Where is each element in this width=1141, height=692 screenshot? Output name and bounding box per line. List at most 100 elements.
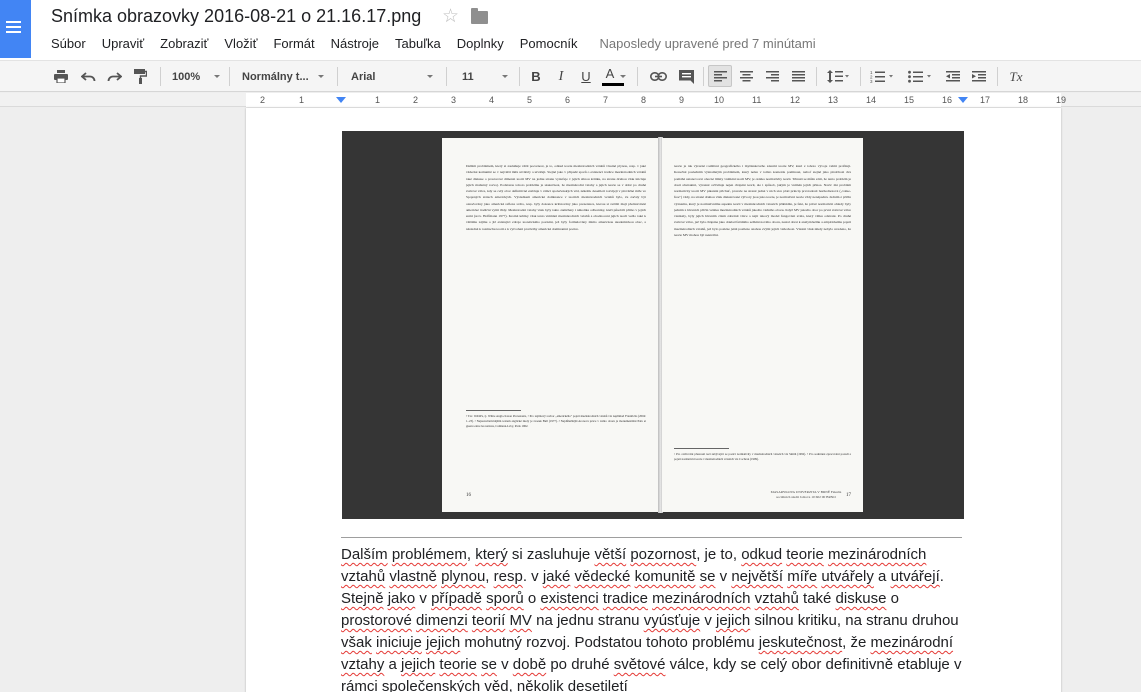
align-left-button[interactable] bbox=[708, 65, 732, 87]
zoom-dropdown[interactable]: 100% bbox=[172, 61, 220, 92]
misspelled-word[interactable]: vlastně bbox=[389, 568, 437, 585]
last-edit-status[interactable]: Naposledy upravené pred 7 minútami bbox=[600, 36, 816, 51]
misspelled-word[interactable]: utvářejí bbox=[891, 568, 940, 585]
menu-format[interactable]: Formát bbox=[273, 36, 314, 51]
ruler-label: 10 bbox=[714, 95, 725, 105]
body-text-run: také bbox=[798, 590, 836, 607]
misspelled-word[interactable]: teorie bbox=[439, 656, 477, 673]
misspelled-word[interactable]: jeskutečnost bbox=[759, 634, 842, 651]
misspelled-word[interactable]: se bbox=[481, 656, 497, 673]
misspelled-word[interactable]: světové bbox=[614, 656, 666, 673]
link-icon[interactable] bbox=[647, 61, 669, 92]
misspelled-word[interactable]: který bbox=[475, 546, 508, 563]
decrease-indent-icon[interactable] bbox=[942, 61, 964, 92]
misspelled-word[interactable]: diskuse bbox=[836, 590, 887, 607]
align-right-button[interactable] bbox=[761, 61, 783, 92]
align-center-button[interactable] bbox=[735, 61, 757, 92]
misspelled-word[interactable]: jaké bbox=[543, 568, 571, 585]
misspelled-word[interactable]: jejich bbox=[401, 656, 435, 673]
numbered-list-icon[interactable]: 123 bbox=[866, 61, 898, 92]
line-spacing-icon[interactable] bbox=[822, 61, 854, 92]
misspelled-word[interactable]: větší bbox=[594, 546, 626, 563]
text-color-button[interactable]: A bbox=[600, 61, 626, 92]
misspelled-word[interactable]: sporů bbox=[486, 590, 524, 607]
document-page[interactable]: Dalším problémem, který si zasluhuje vět… bbox=[246, 108, 1061, 692]
right-indent-marker[interactable] bbox=[958, 97, 968, 103]
misspelled-word[interactable]: jako bbox=[388, 590, 416, 607]
bold-button[interactable]: B bbox=[526, 61, 546, 92]
misspelled-word[interactable]: iniciuje bbox=[376, 634, 422, 651]
misspelled-word[interactable]: jejich bbox=[716, 612, 750, 629]
misspelled-word[interactable]: vztahů bbox=[341, 568, 385, 585]
misspelled-word[interactable]: vztahy bbox=[341, 656, 384, 673]
menu-view[interactable]: Zobraziť bbox=[160, 36, 208, 51]
redo-icon[interactable] bbox=[103, 61, 125, 92]
underline-button[interactable]: U bbox=[576, 61, 596, 92]
font-size-dropdown[interactable]: 11 bbox=[462, 61, 508, 92]
misspelled-word[interactable]: míře bbox=[787, 568, 817, 585]
misspelled-word[interactable]: mezinárodních bbox=[828, 546, 926, 563]
misspelled-word[interactable]: teorie bbox=[786, 546, 824, 563]
font-size-value: 11 bbox=[462, 70, 474, 83]
star-outline-icon[interactable]: ☆ bbox=[442, 6, 459, 28]
menu-addons[interactable]: Doplnky bbox=[457, 36, 504, 51]
misspelled-word[interactable]: problémem bbox=[392, 546, 467, 563]
menu-insert[interactable]: Vložiť bbox=[224, 36, 257, 51]
misspelled-word[interactable]: MV bbox=[509, 612, 532, 629]
bulleted-list-icon[interactable] bbox=[904, 61, 936, 92]
misspelled-word[interactable]: však bbox=[341, 634, 372, 651]
italic-button[interactable]: I bbox=[551, 61, 571, 92]
misspelled-word[interactable]: největší bbox=[731, 568, 783, 585]
misspelled-word[interactable]: komunitě bbox=[635, 568, 696, 585]
misspelled-word[interactable]: jejich bbox=[426, 634, 460, 651]
misspelled-word[interactable]: případě bbox=[431, 590, 482, 607]
align-justify-button[interactable] bbox=[787, 61, 809, 92]
misspelled-word[interactable]: době bbox=[513, 656, 546, 673]
document-title[interactable]: Snímka obrazovky 2016-08-21 o 21.16.17.p… bbox=[51, 6, 421, 27]
misspelled-word[interactable]: vztahů bbox=[755, 590, 799, 607]
google-docs-icon[interactable] bbox=[0, 0, 31, 58]
clear-formatting-button[interactable]: Tx bbox=[1004, 61, 1028, 92]
menu-help[interactable]: Pomocník bbox=[520, 36, 578, 51]
misspelled-word[interactable]: Dalším bbox=[341, 546, 388, 563]
menu-edit[interactable]: Upraviť bbox=[102, 36, 144, 51]
misspelled-word[interactable]: mezinárodních bbox=[652, 590, 750, 607]
font-dropdown[interactable]: Arial bbox=[351, 61, 433, 92]
paint-format-icon[interactable] bbox=[129, 61, 151, 92]
ruler-label: 18 bbox=[1018, 95, 1029, 105]
misspelled-word[interactable]: resp bbox=[494, 568, 523, 585]
embedded-book-image[interactable]: Dalším problémem, který si zasluhuje vět… bbox=[342, 131, 964, 519]
misspelled-word[interactable]: utvářely bbox=[821, 568, 874, 585]
body-paragraph[interactable]: Dalším problémem, který si zasluhuje vět… bbox=[341, 544, 971, 692]
misspelled-word[interactable]: odkud bbox=[741, 546, 782, 563]
book-right-footnotes: ⁵ Pro ověřování přesnosti tezí zabývajíc… bbox=[674, 452, 851, 462]
folder-icon[interactable] bbox=[471, 8, 488, 24]
menu-file[interactable]: Súbor bbox=[51, 36, 86, 51]
misspelled-word[interactable]: Stejně bbox=[341, 590, 384, 607]
print-icon[interactable] bbox=[50, 61, 72, 92]
misspelled-word[interactable]: existenci bbox=[540, 590, 598, 607]
left-indent-marker[interactable] bbox=[336, 97, 346, 103]
menu-table[interactable]: Tabuľka bbox=[395, 36, 441, 51]
text-color-bar bbox=[602, 83, 624, 86]
menu-tools[interactable]: Nástroje bbox=[331, 36, 379, 51]
misspelled-word[interactable]: mezinárodní bbox=[871, 634, 954, 651]
misspelled-word[interactable]: vyúsťuje bbox=[644, 612, 700, 629]
ruler-label: 8 bbox=[641, 95, 647, 105]
misspelled-word[interactable]: tradice bbox=[603, 590, 648, 607]
comment-icon[interactable] bbox=[675, 61, 697, 92]
body-text-run: , bbox=[466, 546, 476, 563]
misspelled-word[interactable]: se bbox=[700, 568, 716, 585]
book-left-footnotes: ¹ Tzv. WASPs, tj. White Anglo-Saxon Prot… bbox=[466, 414, 646, 429]
misspelled-word[interactable]: pozornost bbox=[630, 546, 696, 563]
misspelled-word[interactable]: teorií bbox=[472, 612, 505, 629]
ruler[interactable]: 2 1 1 2 3 4 5 6 7 8 9 10 11 12 13 14 15 … bbox=[0, 93, 1141, 107]
misspelled-word[interactable]: plynou bbox=[441, 568, 485, 585]
ruler-label: 6 bbox=[565, 95, 571, 105]
paragraph-style-dropdown[interactable]: Normálny t... bbox=[242, 61, 324, 92]
misspelled-word[interactable]: dimenzi bbox=[416, 612, 468, 629]
misspelled-word[interactable]: prostorové bbox=[341, 612, 412, 629]
increase-indent-icon[interactable] bbox=[968, 61, 990, 92]
misspelled-word[interactable]: vědecké bbox=[575, 568, 631, 585]
undo-icon[interactable] bbox=[77, 61, 99, 92]
